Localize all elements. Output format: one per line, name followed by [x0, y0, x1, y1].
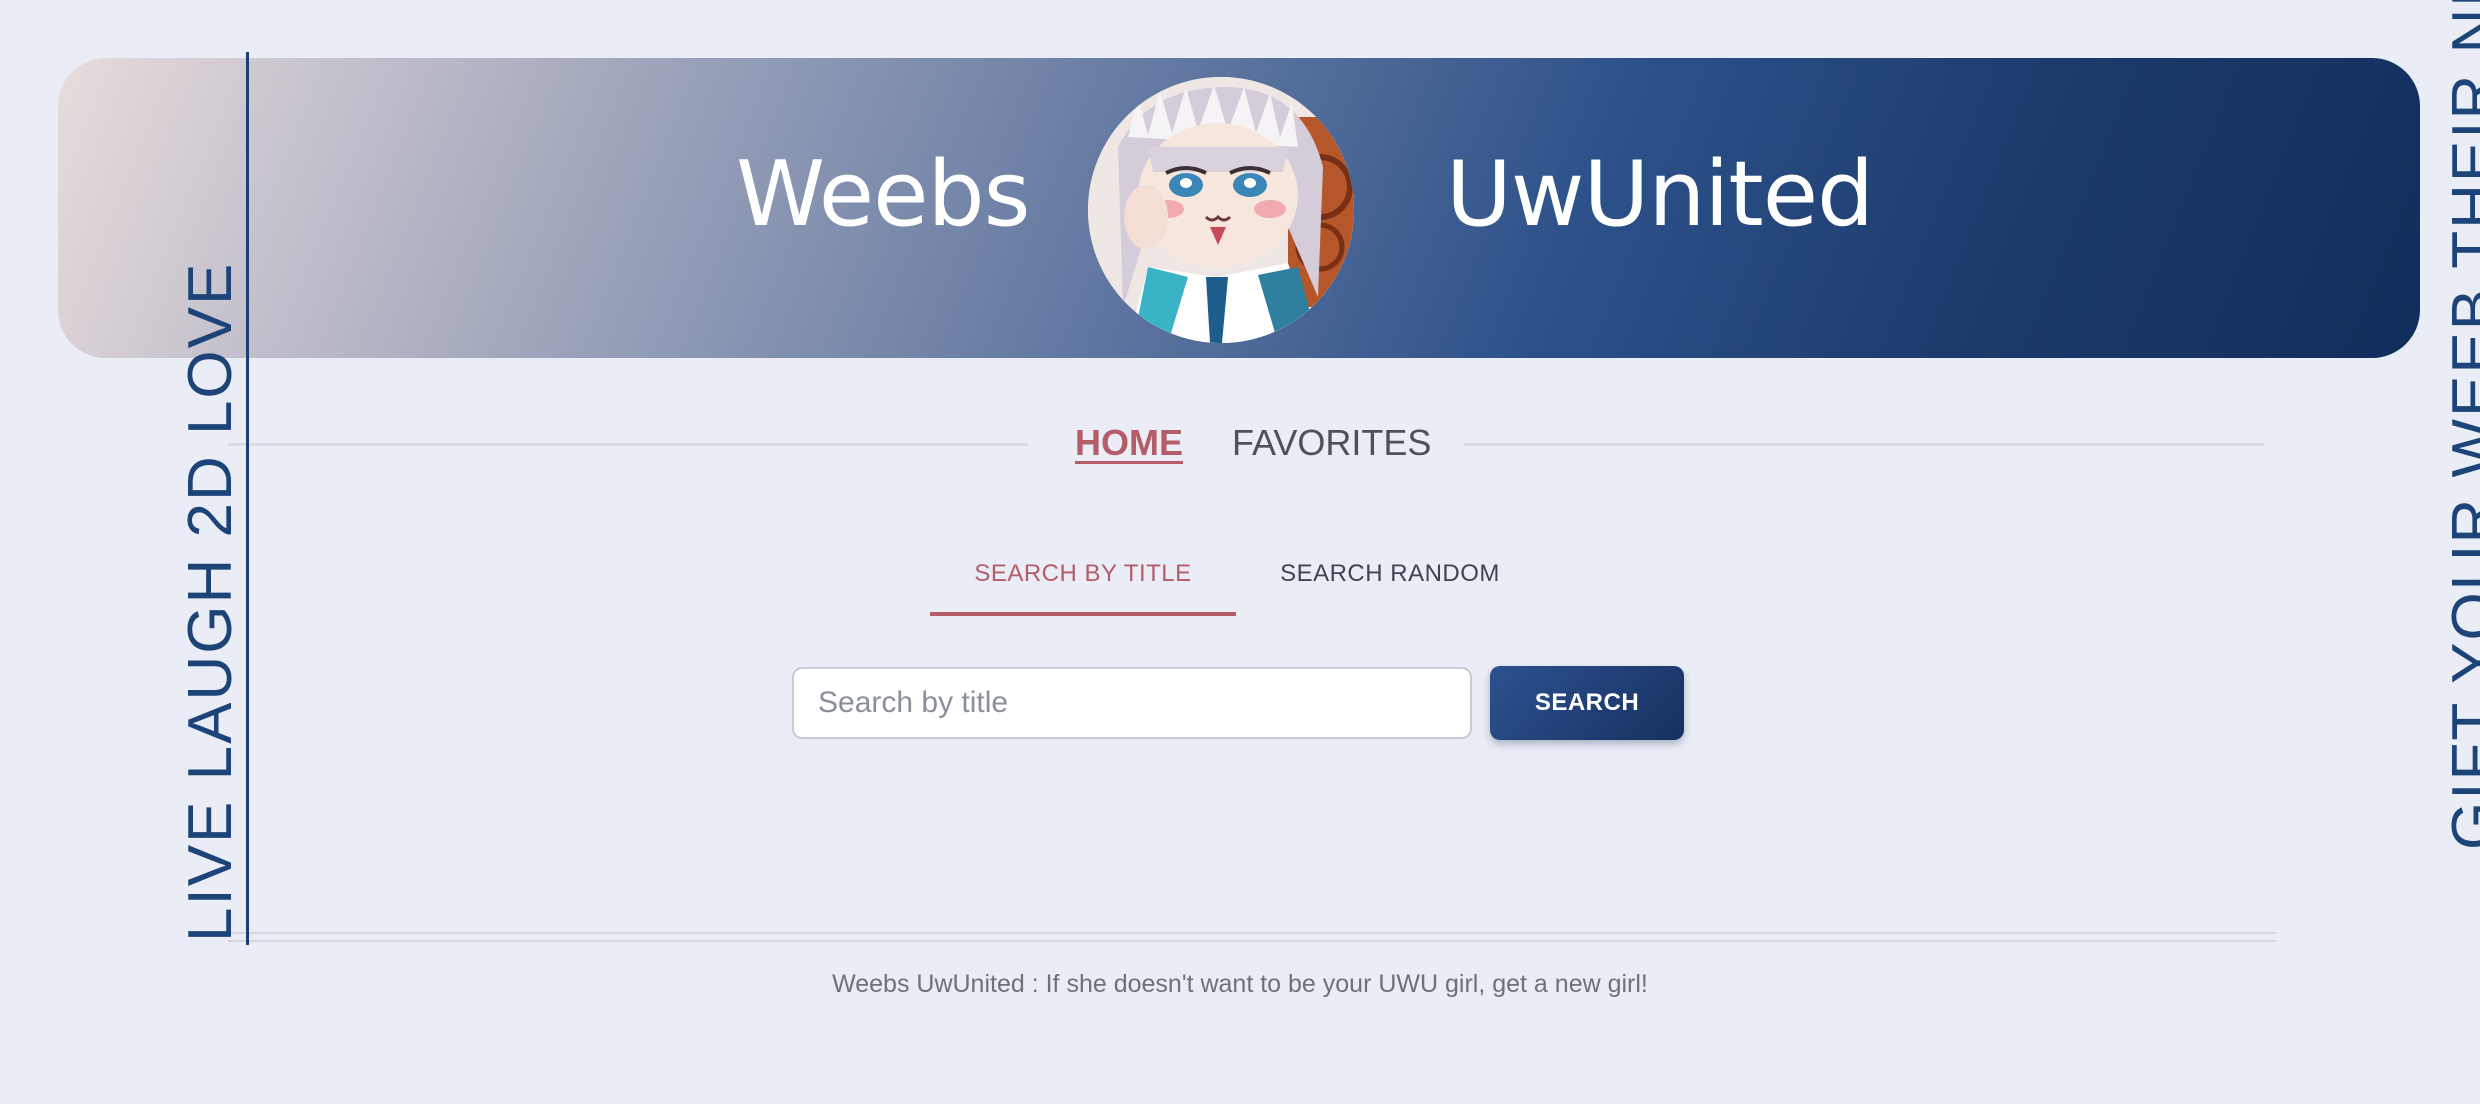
footer-tagline: Weebs UwUnited : If she doesn't want to … [832, 970, 1648, 998]
left-vertical-divider [246, 52, 249, 945]
footer-divider-top [228, 932, 2276, 934]
footer-divider-bottom [228, 940, 2276, 942]
nav-link-favorites[interactable]: FAVORITES [1232, 422, 1431, 464]
brand-name-right: UwUnited [1446, 142, 1874, 247]
tab-search-random[interactable]: SEARCH RANDOM [1260, 552, 1520, 612]
search-title-input[interactable] [792, 667, 1472, 739]
right-slogan: GIFT YOUR WEEB THEIR NEE [2440, 0, 2480, 850]
anime-girl-avatar-icon [1088, 77, 1354, 343]
brand-name-left: Weebs [736, 142, 1030, 247]
left-slogan: LIVE LAUGH 2D LOVE [176, 261, 245, 942]
tab-search-by-title[interactable]: SEARCH BY TITLE [930, 552, 1236, 616]
nav-divider-left [228, 443, 1028, 446]
search-button[interactable]: SEARCH [1490, 666, 1684, 740]
nav-link-home[interactable]: HOME [1075, 422, 1183, 464]
nav-divider-right [1464, 443, 2264, 446]
